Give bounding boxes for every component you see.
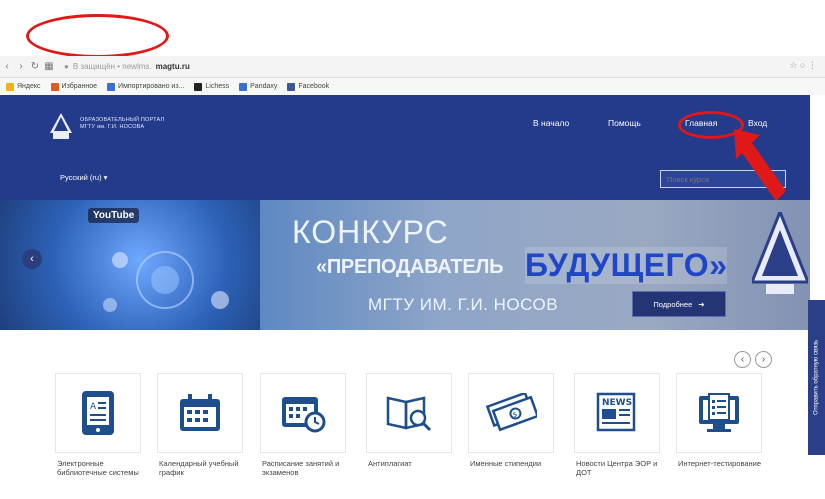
banner-subtitle-a: «ПРЕПОДАВАТЕЛЬ <box>316 256 504 278</box>
bookmark-pandaxy[interactable]: Pandaxy <box>239 82 277 91</box>
back-icon[interactable]: ‹ <box>0 61 14 72</box>
banner-university: МГТУ ИМ. Г.И. НОСОВ <box>368 295 559 314</box>
lock-icon: ● <box>64 62 69 71</box>
reload-icon[interactable]: ↻ <box>28 61 42 72</box>
youtube-badge: YouTube <box>88 208 140 223</box>
tile-label: Календарный учебный график <box>159 459 239 477</box>
banner-prev-button[interactable]: ‹ <box>22 249 42 269</box>
favorites-icon <box>50 82 59 91</box>
folder-icon <box>107 82 116 91</box>
details-button[interactable]: Подробнее ➜ <box>632 291 726 317</box>
tile-scholarships[interactable]: $ Именные стипендии <box>468 373 554 468</box>
lichess-icon <box>194 82 203 91</box>
book-search-icon <box>386 396 432 432</box>
schedule-icon <box>282 397 326 433</box>
svg-text:NEWS: NEWS <box>602 398 632 408</box>
ebook-icon: A <box>82 391 114 435</box>
tile-testing[interactable]: Интернет-тестирование <box>676 373 762 468</box>
university-logo-icon[interactable] <box>50 113 72 141</box>
carousel-prev-button[interactable]: ‹ <box>734 351 751 368</box>
tile-ebs[interactable]: A Электронные библиотечные системы <box>55 373 141 477</box>
url-prefix: В защищён • newlms. <box>72 62 152 71</box>
url-field[interactable]: ● В защищён • newlms. magtu.ru <box>64 62 190 71</box>
tile-label: Расписание занятий и экзаменов <box>262 459 340 477</box>
money-icon: $ <box>485 393 537 432</box>
tile-label: Антиплагиат <box>368 459 412 468</box>
bookmark-imported[interactable]: Импортировано из... <box>107 82 184 91</box>
tile-label: Электронные библиотечные системы <box>57 459 139 477</box>
tile-news[interactable]: NEWS Новости Центра ЭОР и ДОТ <box>574 373 660 477</box>
network-graphic-icon <box>103 251 229 312</box>
bookmark-favorites[interactable]: Избранное <box>50 82 97 91</box>
browser-address-bar[interactable]: ‹ › ↻ ▦ ● В защищён • newlms. magtu.ru ☆ … <box>0 56 825 78</box>
carousel-next-button[interactable]: › <box>755 351 772 368</box>
calendar-icon <box>180 394 220 431</box>
emblem-icon <box>752 212 808 294</box>
annotation-arrow-icon <box>734 129 786 201</box>
nav-help-link[interactable]: Помощь <box>608 118 641 128</box>
arrow-right-icon: ➜ <box>698 299 705 309</box>
hero-banner[interactable]: YouTube ‹ КОНКУРС «ПРЕПОДАВАТЕЛЬ БУДУЩЕГ… <box>0 200 810 330</box>
tile-calendar[interactable]: Календарный учебный график <box>157 373 243 477</box>
news-icon: NEWS <box>596 392 636 432</box>
site-header: ОБРАЗОВАТЕЛЬНЫЙ ПОРТАЛ МГТУ им. Г.И. НОС… <box>0 95 810 200</box>
forward-icon[interactable]: › <box>14 61 28 72</box>
details-button-label: Подробнее <box>653 299 693 309</box>
pandaxy-icon <box>239 82 248 91</box>
logo-text: ОБРАЗОВАТЕЛЬНЫЙ ПОРТАЛ МГТУ им. Г.И. НОС… <box>80 117 165 130</box>
url-host: magtu.ru <box>155 62 190 71</box>
tile-schedule[interactable]: Расписание занятий и экзаменов <box>260 373 346 477</box>
tile-antiplagiat[interactable]: Антиплагиат <box>366 373 452 468</box>
browser-menu-icon[interactable]: ☆ ○ ⋮ <box>789 60 817 71</box>
feedback-side-tab[interactable]: Отправить обратную связь <box>808 300 825 455</box>
bookmark-facebook[interactable]: Facebook <box>287 82 329 91</box>
annotation-ellipse <box>26 14 169 58</box>
nav-home-link[interactable]: В начало <box>533 118 569 128</box>
bookmark-yandex[interactable]: Яндекс <box>6 82 41 91</box>
svg-text:A: A <box>90 402 97 412</box>
bookmark-lichess[interactable]: Lichess <box>194 82 229 91</box>
language-selector[interactable]: Русский (ru) ▾ <box>60 173 107 182</box>
bookmarks-bar: Яндекс Избранное Импортировано из... Lic… <box>0 78 825 95</box>
testing-icon <box>699 393 739 432</box>
banner-title: КОНКУРС <box>292 214 449 250</box>
tile-label: Новости Центра ЭОР и ДОТ <box>576 459 658 477</box>
facebook-icon <box>287 82 296 91</box>
tile-label: Интернет-тестирование <box>678 459 762 468</box>
banner-subtitle-b: БУДУЩЕГО» <box>525 247 728 284</box>
apps-icon[interactable]: ▦ <box>42 61 56 72</box>
yandex-icon <box>6 82 14 91</box>
tile-label: Именные стипендии <box>470 459 542 468</box>
